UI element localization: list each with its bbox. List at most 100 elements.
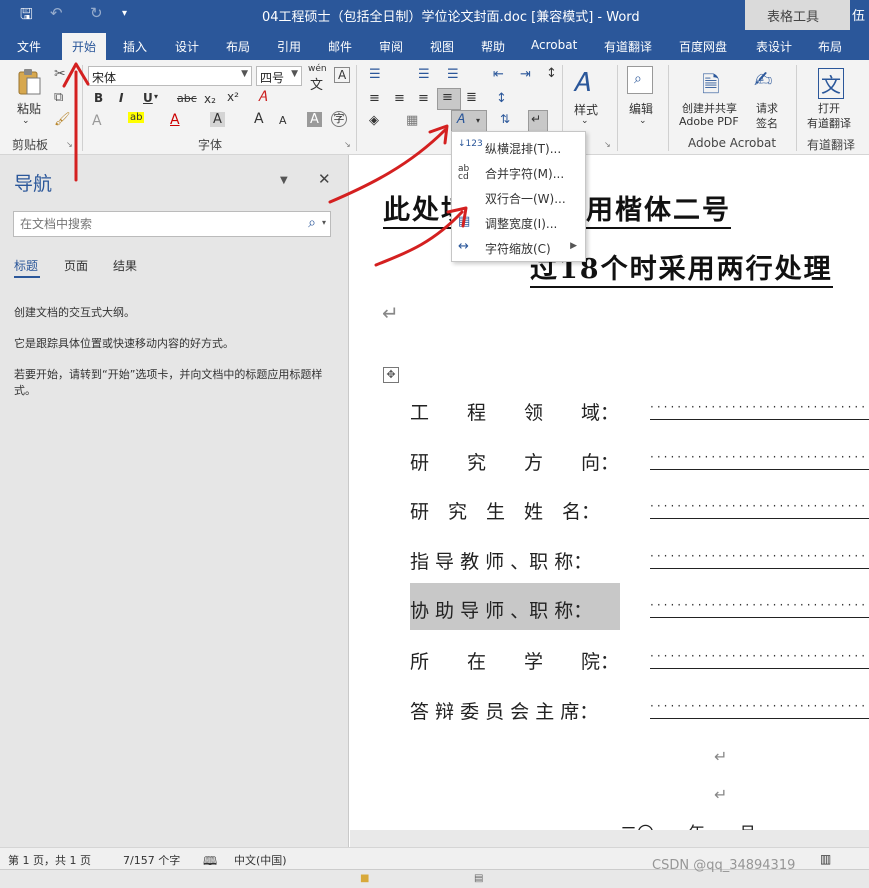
decrease-indent-icon[interactable]: ⇤ (493, 67, 504, 82)
page-count[interactable]: 第 1 页，共 1 页 (8, 852, 91, 868)
sort-icon[interactable]: ⇅ (500, 112, 510, 126)
field-label-advisor[interactable]: 指 导 教 师 、职 称： (410, 547, 620, 574)
tab-review[interactable]: 审阅 (379, 38, 403, 55)
field-line[interactable]: ········································… (650, 452, 869, 470)
copy-icon[interactable]: ⧉ (54, 90, 63, 105)
nav-tab-results[interactable]: 结果 (113, 257, 137, 274)
tab-file[interactable]: 文件 (17, 38, 41, 55)
align-center-icon[interactable]: ≡ (394, 91, 405, 106)
grow-font-button[interactable]: A (254, 111, 264, 127)
field-line[interactable]: ········································… (650, 600, 869, 618)
clipboard-launcher-icon[interactable]: ↘ (66, 140, 73, 149)
document-page[interactable]: 此处填写题目，用楷体二号 过18个时采用两行处理 ↵ ✥ 工 程 领 域： ··… (350, 155, 869, 830)
paste-icon[interactable] (16, 68, 42, 96)
tab-help[interactable]: 帮助 (481, 38, 505, 55)
tab-table-layout[interactable]: 布局 (818, 38, 842, 55)
search-icon[interactable]: ⌕ (308, 215, 316, 231)
field-line[interactable]: ········································… (650, 551, 869, 569)
line-spacing-icon[interactable]: ↕ (496, 91, 507, 106)
nav-options-icon[interactable]: ▼ (280, 175, 288, 186)
superscript-button[interactable]: x² (227, 90, 239, 104)
nav-search-box[interactable]: ⌕ ▾ (13, 211, 331, 237)
char-border-icon[interactable]: A (334, 67, 351, 83)
borders-icon[interactable]: ▦ (406, 113, 418, 128)
undo-icon[interactable]: ↶ (50, 4, 63, 22)
sign-label[interactable]: 签名 (756, 115, 778, 131)
field-label-committee-chair[interactable]: 答 辩 委 员 会 主 席： (410, 697, 620, 724)
youdao-translate-icon[interactable]: 文 (818, 68, 844, 99)
font-size-combo[interactable]: 四号 ▼ (256, 66, 302, 86)
highlight-color-icon[interactable]: ab (128, 112, 145, 123)
field-line[interactable]: ········································… (650, 501, 869, 519)
save-icon[interactable]: 🖫 (20, 4, 33, 29)
tab-baidu-netdisk[interactable]: 百度网盘 (679, 38, 727, 55)
tab-home[interactable]: 开始 (62, 33, 107, 60)
request-signature-icon[interactable]: ✍ (754, 68, 772, 93)
request-label[interactable]: 请求 (756, 100, 778, 116)
table-move-handle-icon[interactable]: ✥ (383, 367, 399, 383)
customize-quick-access-icon[interactable]: ▾ (122, 8, 127, 19)
tab-layout[interactable]: 布局 (226, 38, 250, 55)
clear-format-icon[interactable]: 𝐴 (258, 89, 267, 105)
nav-tab-headings[interactable]: 标题 (14, 257, 38, 274)
editing-icon[interactable]: ⌕ (627, 66, 653, 94)
tab-design[interactable]: 设计 (175, 38, 199, 55)
date-line[interactable]: 二〇 年 月 (620, 819, 756, 830)
numbering-icon[interactable]: ☰ (418, 67, 430, 82)
italic-button[interactable]: I (119, 91, 123, 105)
editing-button[interactable]: 编辑 (629, 100, 653, 117)
font-color-icon[interactable]: A (170, 112, 180, 128)
menu-item-vertical-horizontal[interactable]: ↓123 纵横混排(T)... (452, 136, 585, 160)
field-line[interactable]: ········································… (650, 651, 869, 669)
nav-tab-pages[interactable]: 页面 (64, 257, 88, 274)
user-initial[interactable]: 伍 (852, 5, 865, 24)
create-share-label-2[interactable]: Adobe PDF (679, 115, 739, 128)
tab-mailings[interactable]: 邮件 (328, 38, 352, 55)
styles-icon[interactable]: 𝐴 (573, 68, 590, 99)
field-label-college[interactable]: 所 在 学 院： (410, 647, 620, 674)
paste-button[interactable]: 粘贴 (17, 100, 41, 117)
redo-icon[interactable]: ↻ (90, 4, 103, 22)
menu-item-combine-characters[interactable]: ab cd 合并字符(M)... (452, 161, 585, 185)
field-label-research-direction[interactable]: 研 究 方 向： (410, 448, 620, 475)
chevron-down-icon[interactable]: ▼ (291, 69, 298, 79)
read-mode-icon[interactable]: ▥ (820, 852, 831, 866)
shrink-font-button[interactable]: A (279, 114, 287, 127)
align-right-icon[interactable]: ≡ (418, 91, 429, 106)
create-share-label[interactable]: 创建并共享 (682, 100, 737, 116)
field-label-engineering-domain[interactable]: 工 程 领 域： (410, 398, 620, 425)
bullets-icon[interactable]: ☰ (369, 67, 381, 82)
word-count[interactable]: 7/157 个字 (123, 852, 180, 868)
bold-button[interactable]: B (94, 91, 103, 105)
text-effects-icon[interactable]: A (92, 113, 102, 129)
tab-insert[interactable]: 插入 (123, 38, 147, 55)
field-line[interactable]: ········································… (650, 402, 869, 420)
increase-indent-icon[interactable]: ⇥ (520, 67, 531, 82)
align-left-icon[interactable]: ≡ (369, 91, 380, 106)
chevron-down-icon[interactable]: ▾ (322, 218, 326, 227)
shading-icon[interactable]: ◈ (369, 113, 379, 128)
field-label-student-name[interactable]: 研 究 生 姓 名： (410, 497, 620, 524)
chevron-down-icon[interactable]: ▼ (241, 69, 248, 79)
field-line[interactable]: ········································… (650, 701, 869, 719)
open-label[interactable]: 打开 (818, 100, 840, 116)
char-shading-a-icon[interactable]: A (307, 112, 322, 127)
font-launcher-icon[interactable]: ↘ (344, 140, 351, 149)
chevron-down-icon[interactable]: ⌄ (639, 116, 647, 126)
tab-acrobat[interactable]: Acrobat (531, 38, 577, 52)
underline-button[interactable]: U (143, 91, 153, 105)
menu-item-two-lines-in-one[interactable]: 双行合一(W)... (452, 186, 585, 210)
font-name-combo[interactable]: 宋体 ▼ (88, 66, 252, 86)
youdao-label[interactable]: 有道翻译 (807, 115, 851, 131)
menu-item-character-scale[interactable]: ↔ 字符缩放(C) ▶ (452, 236, 585, 260)
char-shading-icon[interactable]: A (210, 112, 225, 127)
paste-dropdown-icon[interactable]: ⌄ (22, 116, 30, 126)
menu-item-fit-text[interactable]: ▤ 调整宽度(I)... (452, 211, 585, 235)
tab-youdao[interactable]: 有道翻译 (604, 38, 652, 55)
field-label-co-advisor[interactable]: 协 助 导 师 、职 称： (410, 583, 620, 630)
distributed-icon[interactable]: ≣ (466, 90, 477, 105)
multilevel-list-icon[interactable]: ☰ (447, 67, 459, 82)
styles-launcher-icon[interactable]: ↘ (604, 140, 611, 149)
subscript-button[interactable]: x₂ (204, 92, 216, 106)
strikethrough-button[interactable]: abc (177, 92, 197, 105)
